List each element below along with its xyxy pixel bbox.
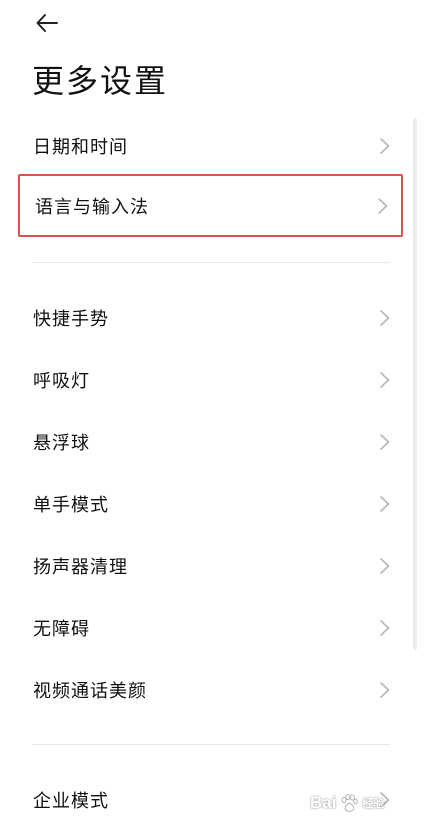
chevron-right-icon <box>380 620 390 636</box>
item-shortcut-gestures[interactable]: 快捷手势 <box>18 288 403 348</box>
item-accessibility[interactable]: 无障碍 <box>18 598 403 658</box>
chevron-right-icon <box>380 496 390 512</box>
top-bar <box>0 0 431 50</box>
page-title: 更多设置 <box>32 62 169 100</box>
chevron-right-icon <box>380 372 390 388</box>
item-label: 日期和时间 <box>33 137 128 158</box>
item-one-handed-mode[interactable]: 单手模式 <box>18 474 403 534</box>
arrow-left-icon <box>36 14 58 32</box>
chevron-right-icon <box>380 434 390 450</box>
item-breathing-light[interactable]: 呼吸灯 <box>18 350 403 410</box>
item-label: 扬声器清理 <box>33 557 128 578</box>
item-language-input[interactable]: 语言与输入法 <box>18 174 403 237</box>
item-label: 语言与输入法 <box>35 196 149 218</box>
item-label: 单手模式 <box>33 495 109 516</box>
item-label: 视频通话美颜 <box>33 681 147 702</box>
back-button[interactable] <box>30 8 64 38</box>
item-label: 呼吸灯 <box>33 371 90 392</box>
chevron-right-icon <box>380 138 390 154</box>
item-speaker-cleaning[interactable]: 扬声器清理 <box>18 536 403 596</box>
item-label: 悬浮球 <box>33 433 90 454</box>
item-label: 快捷手势 <box>33 309 109 330</box>
scrollbar[interactable] <box>413 118 417 650</box>
chevron-right-icon <box>380 792 390 808</box>
chevron-right-icon <box>378 197 388 214</box>
item-enterprise-mode[interactable]: 企业模式 <box>18 770 403 830</box>
chevron-right-icon <box>380 310 390 326</box>
item-video-call-beauty[interactable]: 视频通话美颜 <box>18 660 403 720</box>
section-divider <box>32 262 390 263</box>
item-floating-ball[interactable]: 悬浮球 <box>18 412 403 472</box>
chevron-right-icon <box>380 682 390 698</box>
item-label: 企业模式 <box>33 791 109 812</box>
section-divider <box>32 744 390 745</box>
chevron-right-icon <box>380 558 390 574</box>
item-date-time[interactable]: 日期和时间 <box>18 116 403 176</box>
item-label: 无障碍 <box>33 619 90 640</box>
